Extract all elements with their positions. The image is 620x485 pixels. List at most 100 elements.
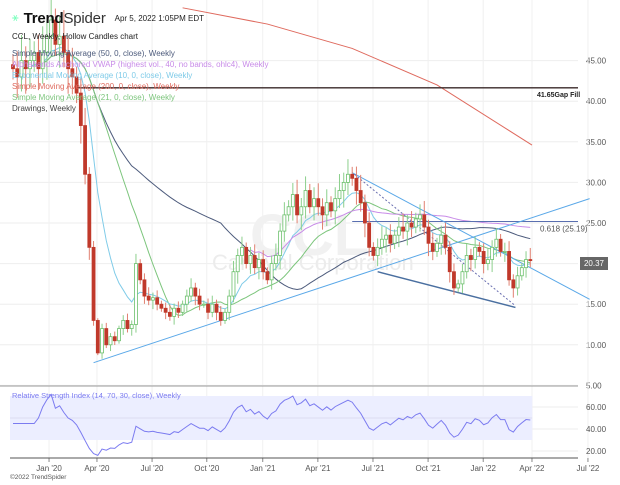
candle	[502, 251, 507, 253]
candle	[358, 190, 363, 204]
candle	[312, 198, 316, 208]
candle	[443, 234, 448, 248]
candle	[324, 202, 329, 216]
candle	[278, 230, 283, 256]
candle	[464, 255, 469, 273]
fib-label: 0.618 (25.19)	[540, 224, 588, 233]
price-tick-label: 25.00	[586, 219, 607, 228]
time-tick-label: Jan '20	[36, 464, 62, 473]
candle	[481, 251, 486, 264]
candle	[422, 214, 427, 228]
candle	[350, 173, 355, 179]
candle	[379, 238, 384, 248]
candle	[159, 303, 164, 309]
candle	[439, 234, 444, 244]
brand: ⚹ TrendSpider Apr 5, 2022 1:05PM EDT	[12, 10, 204, 27]
candle	[282, 214, 287, 232]
legend-item[interactable]: Simple Moving Average (200, 0, close), W…	[12, 82, 179, 93]
brand-bold: Trend	[23, 10, 64, 27]
time-tick-label: Jul '22	[577, 464, 600, 473]
time-tick-label: Apr '20	[84, 464, 110, 473]
candle	[418, 214, 422, 220]
candle	[257, 259, 261, 269]
legend-item[interactable]: Simple Moving Average (50, 0, close), We…	[12, 49, 175, 60]
candle	[477, 246, 482, 252]
brand-light: Spider	[63, 10, 106, 27]
candle	[307, 190, 312, 208]
candle	[430, 242, 435, 252]
candle	[405, 222, 410, 232]
candle	[223, 311, 227, 321]
candle	[265, 271, 270, 281]
candle	[104, 328, 109, 346]
candle	[167, 311, 172, 317]
candle	[206, 303, 210, 313]
candle	[392, 234, 397, 244]
candle	[341, 181, 346, 191]
price-tick-label: 10.00	[586, 341, 607, 350]
time-tick-label: Jan '22	[470, 464, 496, 473]
candle	[435, 242, 439, 252]
candle	[303, 190, 308, 208]
candle	[413, 218, 418, 228]
candle	[511, 279, 516, 289]
time-tick-label: Apr '22	[519, 464, 545, 473]
candle	[524, 259, 528, 269]
candle	[151, 297, 155, 301]
candle	[456, 283, 461, 289]
legend-item[interactable]: Alphabands Anchored VWAP (highest vol., …	[12, 60, 268, 71]
sma200-line	[182, 7, 533, 146]
candle	[184, 295, 189, 305]
candle	[201, 303, 206, 306]
candle	[210, 303, 215, 313]
candle	[447, 246, 452, 273]
candle	[129, 324, 134, 329]
candle	[269, 263, 274, 281]
candle	[409, 222, 414, 228]
candle	[95, 320, 100, 354]
candle	[507, 251, 511, 281]
candle	[498, 238, 503, 252]
candle	[515, 275, 520, 289]
chart-title: CCL, Weekly, Hollow Candles chart	[12, 32, 138, 41]
candle	[231, 271, 236, 297]
time-tick-label: Oct '21	[416, 464, 442, 473]
candle	[172, 307, 177, 317]
candle	[371, 246, 376, 256]
gap-fill-label: 41.65Gap Fill	[537, 92, 580, 99]
candle	[142, 279, 147, 297]
legend-item[interactable]: Drawings, Weekly	[12, 104, 76, 115]
candle	[396, 226, 401, 236]
candle	[290, 194, 295, 208]
candle	[384, 234, 389, 240]
candle	[316, 198, 321, 208]
candle	[354, 177, 359, 191]
legend-item[interactable]: Simple Moving Average (21, 0, close), We…	[12, 93, 175, 104]
candle	[346, 173, 350, 183]
candle	[180, 303, 185, 313]
legend-item[interactable]: Exponential Moving Average (10, 0, close…	[12, 71, 192, 82]
candle	[261, 259, 266, 273]
candle	[189, 287, 193, 297]
copyright: ©2022 TrendSpider	[10, 474, 67, 481]
candle	[329, 202, 333, 212]
candle	[452, 271, 456, 289]
candle	[83, 125, 87, 175]
candle	[401, 226, 405, 232]
candle	[112, 336, 117, 342]
time-tick-label: Jan '21	[250, 464, 276, 473]
candle	[460, 271, 465, 285]
candle	[121, 320, 126, 329]
candle	[528, 259, 533, 261]
candle	[108, 336, 113, 346]
candle	[134, 263, 138, 325]
candle	[87, 173, 92, 248]
candle	[197, 295, 202, 305]
candle	[426, 226, 431, 244]
candle	[248, 255, 253, 264]
rsi-tick-label: 20.00	[586, 447, 607, 456]
candle	[117, 328, 121, 342]
candle	[295, 194, 299, 216]
candle	[125, 320, 130, 329]
candle	[91, 246, 96, 321]
